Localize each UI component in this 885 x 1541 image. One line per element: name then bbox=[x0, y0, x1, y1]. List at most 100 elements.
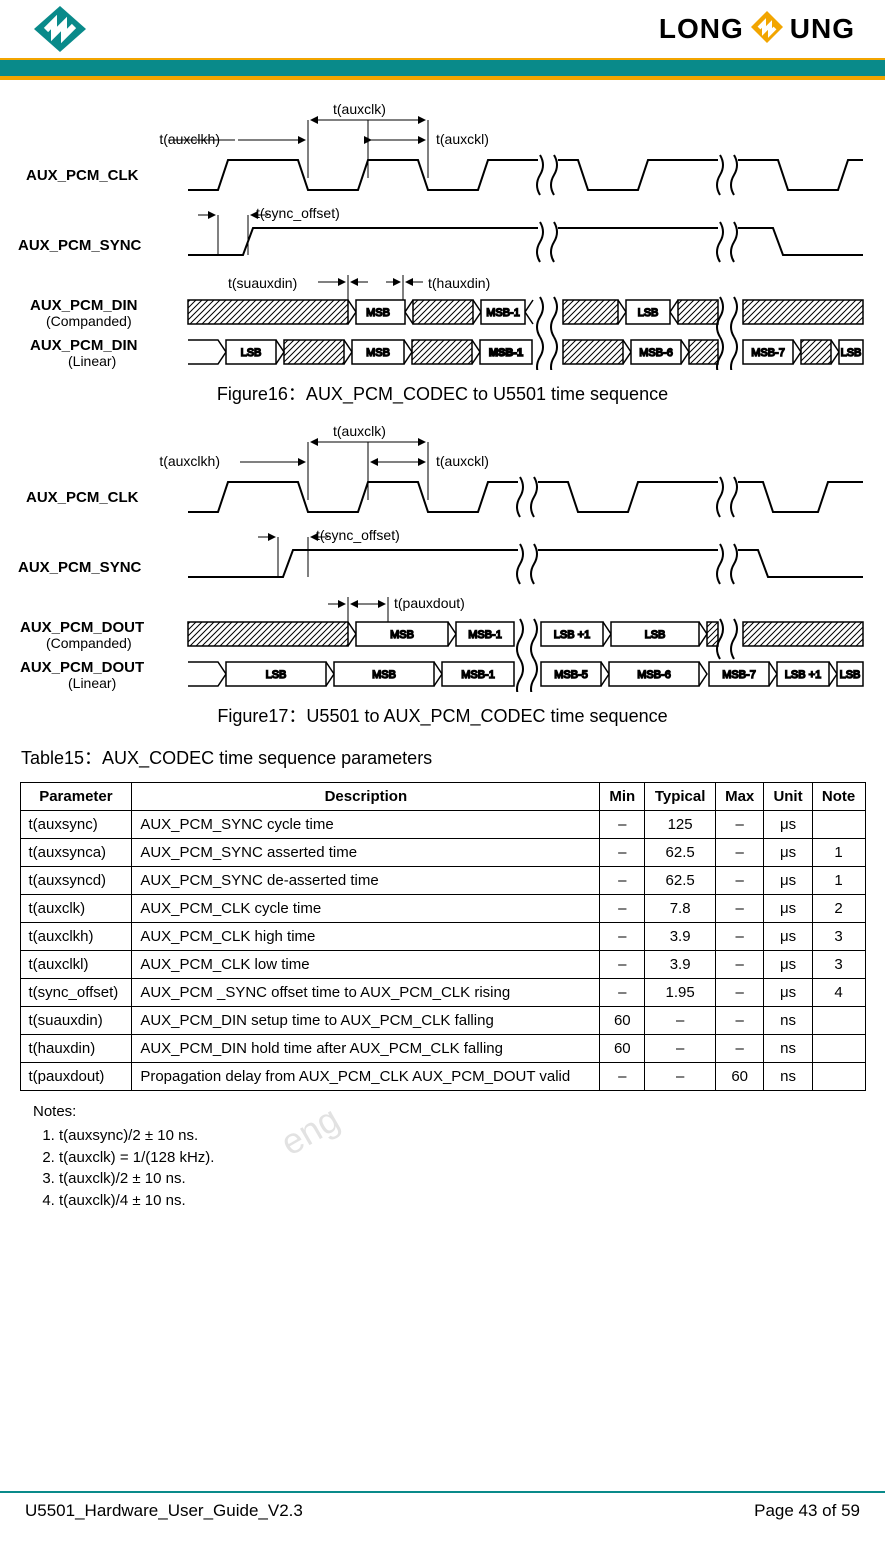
signal-dout-c-sub: (Companded) bbox=[46, 635, 132, 651]
svg-text:MSB-1: MSB-1 bbox=[461, 669, 495, 681]
cell-max: – bbox=[716, 895, 764, 923]
cell-note bbox=[812, 1035, 865, 1063]
signal-dout-l-sub: (Linear) bbox=[68, 675, 116, 691]
cell-unit: ns bbox=[764, 1063, 812, 1091]
cell-min: – bbox=[600, 895, 645, 923]
svg-text:MSB: MSB bbox=[390, 629, 414, 641]
table-notes: Notes: t(auxsync)/2 ± 10 ns.t(auxclk) = … bbox=[33, 1101, 870, 1212]
cell-desc: AUX_PCM_SYNC de-asserted time bbox=[132, 867, 600, 895]
table-header-row: Parameter Description Min Typical Max Un… bbox=[20, 783, 865, 811]
table-row: t(hauxdin)AUX_PCM_DIN hold time after AU… bbox=[20, 1035, 865, 1063]
brand-text-right: UNG bbox=[790, 13, 855, 45]
cell-min: – bbox=[600, 867, 645, 895]
table15-title: Table15：AUX_CODEC time sequence paramete… bbox=[21, 744, 870, 770]
cell-param: t(auxclkh) bbox=[20, 923, 132, 951]
label-sync-offset: t(sync_offset) bbox=[256, 205, 340, 221]
figure16-caption: Figure16：AUX_PCM_CODEC to U5501 time seq… bbox=[15, 380, 870, 406]
cell-min: – bbox=[600, 839, 645, 867]
cell-max: – bbox=[716, 1007, 764, 1035]
note-item: t(auxclk) = 1/(128 kHz). bbox=[59, 1147, 870, 1169]
cell-param: t(auxsynca) bbox=[20, 839, 132, 867]
brand-logo: LONG UNG bbox=[659, 10, 855, 49]
footer-page: Page 43 of 59 bbox=[754, 1501, 860, 1521]
cell-typ: 7.8 bbox=[645, 895, 716, 923]
cell-param: t(pauxdout) bbox=[20, 1063, 132, 1091]
svg-text:LSB: LSB bbox=[637, 307, 658, 319]
cell-desc: AUX_PCM_SYNC cycle time bbox=[132, 811, 600, 839]
table-row: t(auxsynca)AUX_PCM_SYNC asserted time–62… bbox=[20, 839, 865, 867]
th-min: Min bbox=[600, 783, 645, 811]
cell-min: – bbox=[600, 951, 645, 979]
svg-text:LSB +1: LSB +1 bbox=[553, 629, 589, 641]
th-unit: Unit bbox=[764, 783, 812, 811]
cell-max: 60 bbox=[716, 1063, 764, 1091]
svg-text:MSB-6: MSB-6 bbox=[637, 669, 671, 681]
cell-min: 60 bbox=[600, 1035, 645, 1063]
signal-sync: AUX_PCM_SYNC bbox=[18, 237, 142, 254]
cell-param: t(auxclk) bbox=[20, 895, 132, 923]
cell-min: – bbox=[600, 979, 645, 1007]
timing-diagram-1: t(auxclk) t(auxclkh) t(auxckl) AUX_PCM_C… bbox=[18, 100, 868, 370]
svg-text:LSB +1: LSB +1 bbox=[784, 669, 820, 681]
cell-min: 60 bbox=[600, 1007, 645, 1035]
footer-doc: U5501_Hardware_User_Guide_V2.3 bbox=[25, 1501, 303, 1521]
header-top: LONG UNG bbox=[0, 0, 885, 58]
label-tauxckl: t(auxckl) bbox=[436, 131, 489, 147]
svg-text:MSB-1: MSB-1 bbox=[488, 347, 522, 359]
cell-typ: 3.9 bbox=[645, 951, 716, 979]
cell-note: 3 bbox=[812, 923, 865, 951]
cell-param: t(auxsync) bbox=[20, 811, 132, 839]
signal-din-l-sub: (Linear) bbox=[68, 353, 116, 369]
page-footer: U5501_Hardware_User_Guide_V2.3 Page 43 o… bbox=[0, 1491, 885, 1521]
svg-text:MSB-1: MSB-1 bbox=[486, 307, 520, 319]
svg-text:MSB: MSB bbox=[366, 307, 390, 319]
svg-text:MSB-7: MSB-7 bbox=[722, 669, 756, 681]
svg-text:LSB: LSB bbox=[240, 347, 261, 359]
label-pauxdout: t(pauxdout) bbox=[394, 595, 465, 611]
table-row: t(auxsyncd)AUX_PCM_SYNC de-asserted time… bbox=[20, 867, 865, 895]
cell-desc: AUX_PCM_CLK high time bbox=[132, 923, 600, 951]
logo-diamond-icon bbox=[30, 4, 90, 54]
cell-unit: μs bbox=[764, 979, 812, 1007]
cell-unit: μs bbox=[764, 811, 812, 839]
table-row: t(auxclkh)AUX_PCM_CLK high time–3.9–μs3 bbox=[20, 923, 865, 951]
svg-text:MSB-1: MSB-1 bbox=[468, 629, 502, 641]
cell-note bbox=[812, 1063, 865, 1091]
cell-max: – bbox=[716, 839, 764, 867]
brand-text-left: LONG bbox=[659, 13, 744, 45]
cell-min: – bbox=[600, 1063, 645, 1091]
table-row: t(sync_offset)AUX_PCM _SYNC offset time … bbox=[20, 979, 865, 1007]
th-typ: Typical bbox=[645, 783, 716, 811]
cell-note bbox=[812, 1007, 865, 1035]
cell-min: – bbox=[600, 923, 645, 951]
signal-din-c-sub: (Companded) bbox=[46, 313, 132, 329]
table-row: t(auxsync)AUX_PCM_SYNC cycle time–125–μs bbox=[20, 811, 865, 839]
cell-desc: AUX_PCM_SYNC asserted time bbox=[132, 839, 600, 867]
cell-typ: 62.5 bbox=[645, 867, 716, 895]
cell-unit: ns bbox=[764, 1035, 812, 1063]
cell-unit: μs bbox=[764, 923, 812, 951]
page-content: a t eng t(auxclk) t(auxclkh) t(auxckl) A… bbox=[0, 90, 885, 1222]
table-row: t(auxclkl)AUX_PCM_CLK low time–3.9–μs3 bbox=[20, 951, 865, 979]
cell-desc: AUX_PCM_DIN hold time after AUX_PCM_CLK … bbox=[132, 1035, 600, 1063]
svg-text:LSB: LSB bbox=[840, 347, 861, 359]
cell-note: 1 bbox=[812, 839, 865, 867]
cell-param: t(auxsyncd) bbox=[20, 867, 132, 895]
cell-note bbox=[812, 811, 865, 839]
svg-text:LSB: LSB bbox=[839, 669, 860, 681]
cell-param: t(suauxdin) bbox=[20, 1007, 132, 1035]
params-table: Parameter Description Min Typical Max Un… bbox=[20, 782, 866, 1091]
svg-text:MSB-7: MSB-7 bbox=[751, 347, 785, 359]
cell-max: – bbox=[716, 867, 764, 895]
th-max: Max bbox=[716, 783, 764, 811]
cell-typ: – bbox=[645, 1035, 716, 1063]
cell-max: – bbox=[716, 951, 764, 979]
note-item: t(auxclk)/4 ± 10 ns. bbox=[59, 1190, 870, 1212]
timing-diagram-2: t(auxclk) t(auxclkh) t(auxckl) AUX_PCM_C… bbox=[18, 422, 868, 692]
th-note: Note bbox=[812, 783, 865, 811]
svg-text:LSB: LSB bbox=[644, 629, 665, 641]
signal-din-c: AUX_PCM_DIN bbox=[30, 297, 138, 314]
cell-desc: AUX_PCM_DIN setup time to AUX_PCM_CLK fa… bbox=[132, 1007, 600, 1035]
cell-note: 2 bbox=[812, 895, 865, 923]
label-tauxckl2: t(auxckl) bbox=[436, 453, 489, 469]
